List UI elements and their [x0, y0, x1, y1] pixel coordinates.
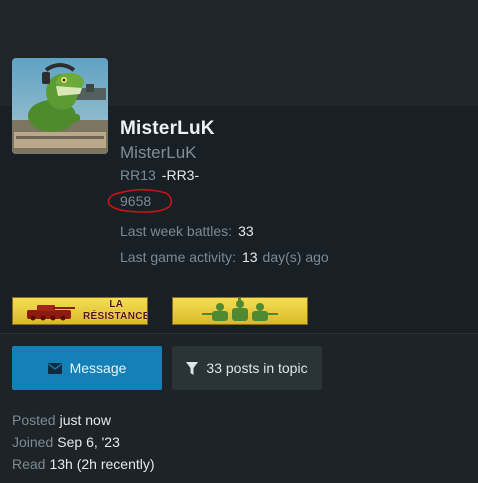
player-rating: 9658 — [120, 193, 152, 209]
last-game-activity: Last game activity: 13 day(s) ago — [120, 249, 329, 265]
posted-value[interactable]: just now — [60, 412, 111, 428]
soldiers-badge[interactable] — [172, 297, 308, 325]
resistance-badge-text: LA RÉSISTANCE — [83, 299, 148, 323]
last-activity-suffix: day(s) ago — [262, 249, 329, 265]
resistance-badge-line2: RÉSISTANCE — [83, 311, 148, 322]
posted-label: Posted — [12, 412, 56, 428]
envelope-icon — [47, 362, 62, 374]
read-value: 13h (2h recently) — [49, 456, 155, 472]
posted-row: Posted just now — [12, 412, 111, 428]
message-button[interactable]: Message — [12, 346, 162, 390]
joined-row: Joined Sep 6, '23 — [12, 434, 120, 450]
clan-row: RR13 -RR3- — [120, 167, 199, 183]
resistance-badge-line1: LA — [109, 299, 124, 310]
filter-funnel-icon — [186, 361, 199, 375]
soldiers-icon — [202, 298, 278, 321]
message-button-label: Message — [69, 360, 127, 376]
last-week-battles: Last week battles: 33 — [120, 223, 254, 239]
read-label: Read — [12, 456, 46, 472]
username[interactable]: MisterLuK — [120, 118, 215, 140]
read-row: Read 13h (2h recently) — [12, 456, 155, 472]
lizard-soldier-avatar-icon — [12, 58, 108, 154]
last-activity-label: Last game activity — [120, 249, 233, 265]
last-week-battles-value: 33 — [238, 223, 254, 239]
last-activity-value: 13 — [241, 249, 258, 265]
user-title: MisterLuK — [120, 143, 197, 162]
avatar[interactable] — [12, 58, 108, 154]
clan-id: RR13 — [120, 167, 156, 183]
joined-label: Joined — [12, 434, 54, 450]
posts-in-topic-label: 33 posts in topic — [206, 360, 308, 376]
clan-tag[interactable]: -RR3- — [162, 167, 199, 183]
posts-in-topic-button[interactable]: 33 posts in topic — [172, 346, 322, 390]
resistance-badge[interactable]: LA RÉSISTANCE — [12, 297, 148, 325]
tank-icon — [27, 305, 75, 321]
joined-value: Sep 6, '23 — [57, 434, 120, 450]
last-week-battles-label: Last week battles — [120, 223, 229, 239]
